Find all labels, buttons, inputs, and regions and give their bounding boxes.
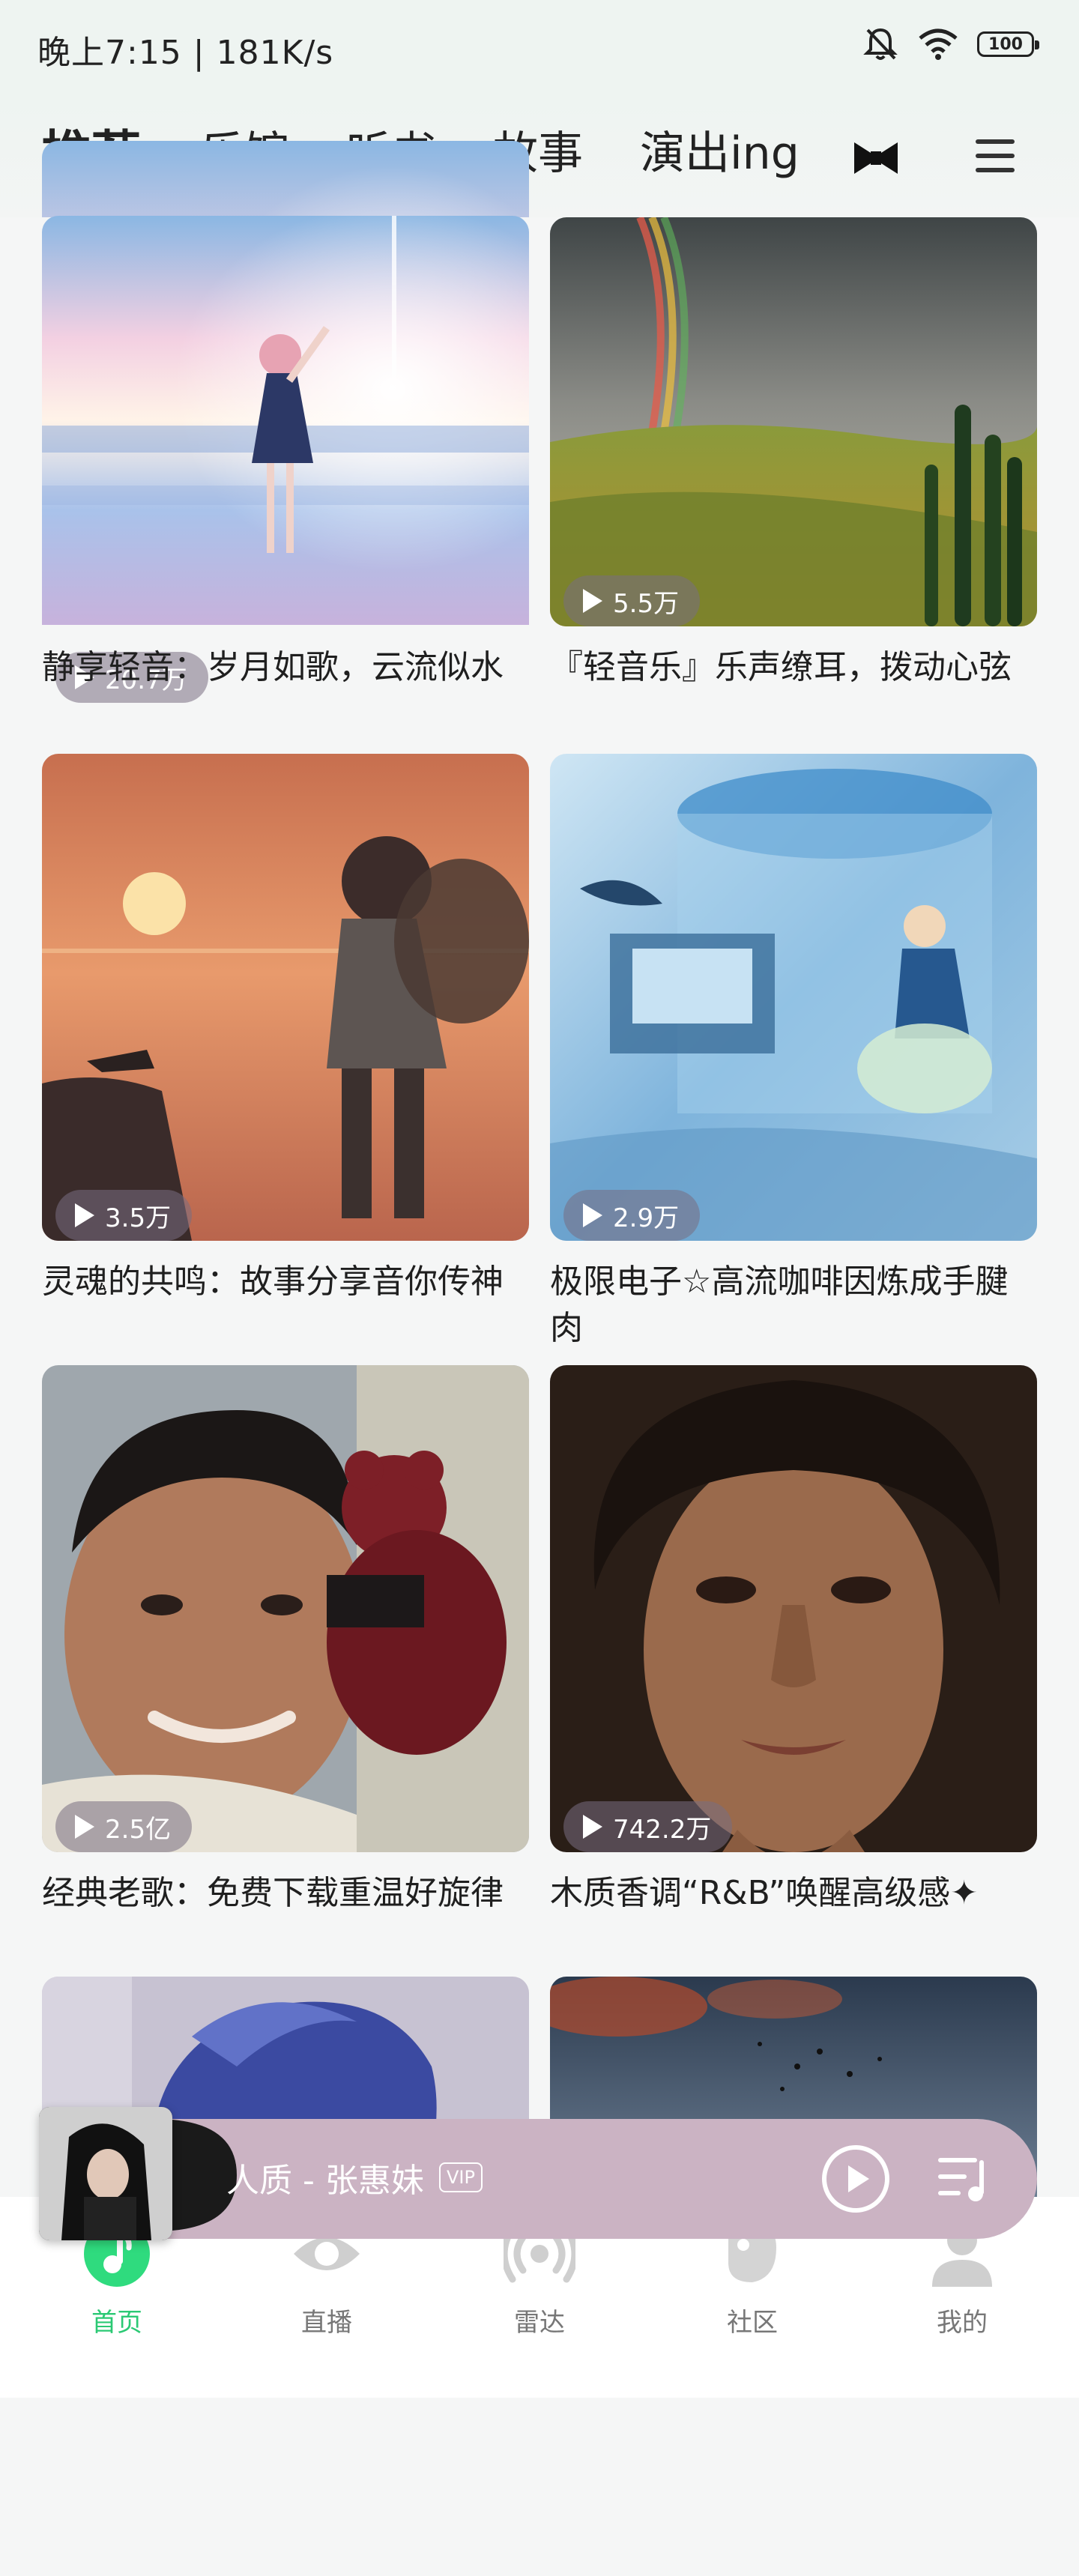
cover-art-man-with-bear xyxy=(42,1365,529,1852)
playlist-title-3[interactable]: 灵魂的共鸣：故事分享音你传神 xyxy=(42,1259,529,1305)
playlist-title-1[interactable]: 静享轻音：岁月如歌，云流似水 xyxy=(42,644,529,691)
playlist-title-6[interactable]: 木质香调“R&B”唤醒高级感✦ xyxy=(550,1870,1037,1917)
playlist-cover-3[interactable]: 3.5万 xyxy=(42,754,529,1241)
playlist-card-2[interactable]: 5.5万 『轻音乐』乐声缭耳，拨动心弦 xyxy=(550,217,1037,817)
nav-home-label: 首页 xyxy=(91,2308,142,2338)
play-count-badge: 742.2万 xyxy=(563,1801,733,1852)
play-count-badge: 5.5万 xyxy=(563,575,701,626)
play-count-badge: 3.5万 xyxy=(55,1190,193,1241)
play-count: 742.2万 xyxy=(613,1814,712,1845)
cover-art-rainbow-hills xyxy=(550,217,1037,626)
battery-level: 100 xyxy=(988,34,1023,54)
play-icon[interactable] xyxy=(820,2143,892,2215)
cover-art-anime-sunset xyxy=(42,216,529,625)
playlist-title-5[interactable]: 经典老歌：免费下载重温好旋律 xyxy=(42,1870,529,1917)
playlist-card-4[interactable]: 2.9万 极限电子☆高流咖啡因炼成手腱肉 xyxy=(550,754,1037,1353)
mini-player[interactable]: 人质 - 张惠妹 VIP xyxy=(39,2107,1037,2240)
menu-icon[interactable] xyxy=(974,136,1016,175)
play-count-badge: 2.9万 xyxy=(563,1190,701,1241)
playlist-cover-1[interactable]: 20.7万 xyxy=(42,216,529,703)
playlist-card-5[interactable]: 2.5亿 经典老歌：免费下载重温好旋律 xyxy=(42,1365,529,1965)
cover-art-album xyxy=(39,2107,172,2240)
playlist-card-1[interactable]: 20.7万 静享轻音：岁月如歌，云流似水 xyxy=(42,216,529,817)
nav-profile-label: 我的 xyxy=(937,2308,988,2338)
play-triangle-icon xyxy=(75,1815,94,1839)
nav-community-label: 社区 xyxy=(727,2308,778,2338)
now-playing-title[interactable]: 人质 - 张惠妹 xyxy=(226,2153,424,2201)
play-triangle-icon xyxy=(583,589,602,613)
vip-badge: VIP xyxy=(439,2162,483,2192)
tab-live-shows[interactable]: 演出ing xyxy=(640,117,800,182)
status-time: 晚上7:15 | 181K/s xyxy=(37,34,334,72)
playlist-title-2[interactable]: 『轻音乐』乐声缭耳，拨动心弦 xyxy=(550,644,1037,691)
playlist-cover-2[interactable]: 5.5万 xyxy=(550,217,1037,626)
bowtie-logo-icon[interactable] xyxy=(853,139,899,177)
cover-art-portrait-curly-hair xyxy=(550,1365,1037,1852)
cover-art-underwater-room xyxy=(550,754,1037,1241)
play-triangle-icon xyxy=(583,1203,602,1227)
nav-radar-label: 雷达 xyxy=(514,2308,565,2338)
cover-art-sunset-fisherman xyxy=(42,754,529,1241)
play-count: 2.9万 xyxy=(613,1203,680,1233)
now-playing-cover[interactable] xyxy=(39,2107,172,2240)
playlist-card-3[interactable]: 3.5万 灵魂的共鸣：故事分享音你传神 xyxy=(42,754,529,1353)
play-count: 3.5万 xyxy=(105,1203,172,1233)
play-count: 2.5亿 xyxy=(105,1814,172,1845)
nav-live-label: 直播 xyxy=(301,2308,352,2338)
play-triangle-icon xyxy=(583,1815,602,1839)
play-count: 5.5万 xyxy=(613,588,680,619)
bell-muted-icon xyxy=(863,28,898,60)
status-bar: 晚上7:15 | 181K/s 100 xyxy=(0,0,1079,97)
playlist-cover-6[interactable]: 742.2万 xyxy=(550,1365,1037,1852)
wifi-icon xyxy=(919,28,958,60)
playlist-cover-5[interactable]: 2.5亿 xyxy=(42,1365,529,1852)
status-icons: 100 xyxy=(862,25,1039,63)
play-count-badge: 2.5亿 xyxy=(55,1801,193,1852)
play-triangle-icon xyxy=(75,1203,94,1227)
feed-grid: 20.7万 静享轻音：岁月如歌，云流似水 5.5万 『轻音乐』乐声缭耳，拨动心弦… xyxy=(0,216,1079,2201)
playlist-cover-4[interactable]: 2.9万 xyxy=(550,754,1037,1241)
playlist-card-6[interactable]: 742.2万 木质香调“R&B”唤醒高级感✦ xyxy=(550,1365,1037,1965)
playlist-title-4[interactable]: 极限电子☆高流咖啡因炼成手腱肉 xyxy=(550,1259,1037,1352)
playlist-icon[interactable] xyxy=(935,2152,995,2206)
battery-icon: 100 xyxy=(977,31,1039,57)
